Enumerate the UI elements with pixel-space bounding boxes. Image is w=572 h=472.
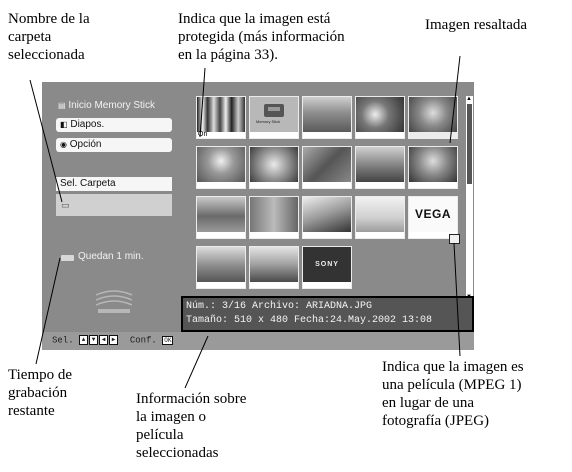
annotation-movie: Indica que la imagen es una película (MP… [382,359,524,429]
option-icon: ◉ [60,140,67,149]
screen-mock: ▤ Inicio Memory Stick ◧ Diapos. ◉ Opción… [42,82,474,350]
thumbnail[interactable] [408,146,458,189]
thumbnail-highlighted[interactable] [408,96,458,139]
thumbnail-movie[interactable]: VEGA [408,196,458,239]
select-folder-label: Sel. Carpeta [60,178,116,189]
thumbnail[interactable]: On [196,96,246,139]
confirm-hint-label: Conf. [129,335,157,346]
thumbnail[interactable] [302,196,352,239]
thumbnail-grid: On Memory Stick VEGA SONY [190,96,463,292]
thumbnail[interactable] [196,196,246,239]
ok-key-icon: OK [162,335,174,345]
option-button[interactable]: ◉ Opción [56,138,172,152]
home-label: Inicio Memory Stick [68,100,156,111]
thumbnail[interactable]: SONY [302,246,352,289]
thumbnail[interactable] [355,96,405,139]
scroll-up-icon[interactable]: ▲ [466,96,472,102]
slideshow-label: Diapos. [70,119,105,130]
select-hint-label: Sel. [52,335,74,346]
memory-stick-thumb-icon [264,104,284,117]
bottom-hint-bar: Sel. ▲ ▼ ◀ ▶ Conf. OK [42,332,474,350]
thumbnail[interactable]: Memory Stick [249,96,299,139]
scroll-thumb[interactable] [467,104,472,184]
arrow-right-icon: ▶ [109,335,119,345]
slideshow-button[interactable]: ◧ Diapos. [56,118,172,132]
thumbnail[interactable] [249,196,299,239]
annotation-protected: Indica que la imagen está protegida (más… [178,11,345,63]
folder-icon: ▭ [61,200,70,210]
thumbnail[interactable] [355,146,405,189]
sony-logo: SONY [303,247,351,282]
thumbnail[interactable] [355,196,405,239]
thumbnail[interactable] [249,246,299,289]
option-label: Opción [69,139,102,150]
thumbnail[interactable] [196,146,246,189]
protect-icon: On [198,131,208,138]
annotation-folder-name: Nombre de la carpeta seleccionada [8,11,90,63]
memory-stick-thumb-label: Memory Stick [256,119,281,124]
memory-stick-logo [95,290,133,313]
arrow-up-icon: ▲ [79,335,89,345]
thumbnail[interactable] [249,146,299,189]
folder-name-field: ▭ [56,194,172,216]
arrow-left-icon: ◀ [99,335,109,345]
arrow-down-icon: ▼ [89,335,99,345]
annotation-highlighted: Imagen resaltada [425,17,528,33]
scrollbar[interactable]: ▲ ▼ [466,96,473,300]
info-line-size-date: Tamaño: 510 x 480 Fecha:24.May.2002 13:0… [186,315,433,326]
vega-logo: VEGA [409,197,457,232]
memory-stick-icon: ▤ [58,101,66,110]
info-line-number-file: Núm.: 3/16 Archivo: ARIADNA.JPG [186,301,373,312]
thumbnail[interactable] [302,96,352,139]
select-folder-button[interactable]: Sel. Carpeta [56,177,172,191]
battery-icon [61,255,74,261]
image-info-panel: Núm.: 3/16 Archivo: ARIADNA.JPG Tamaño: … [182,296,474,330]
memory-stick-home[interactable]: ▤ Inicio Memory Stick [58,100,155,111]
annotation-image-info: Información sobre la imagen o película s… [136,391,247,461]
slideshow-icon: ◧ [60,120,68,129]
thumbnail[interactable] [302,146,352,189]
remaining-time-text: Quedan 1 min. [78,251,144,262]
thumbnail[interactable] [196,246,246,289]
annotation-remaining-time: Tiempo de grabación restante [8,367,73,419]
film-icon [449,234,460,244]
